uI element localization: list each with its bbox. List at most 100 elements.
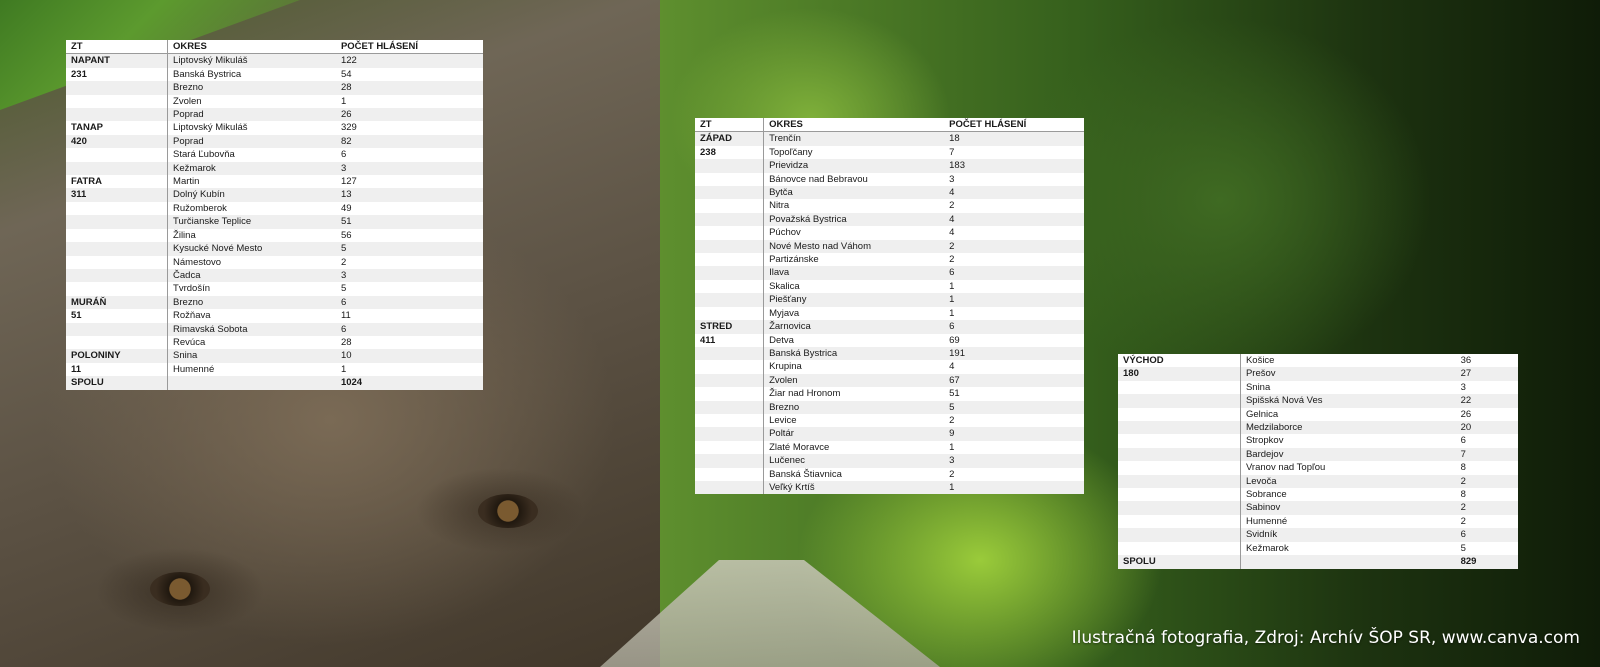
district-cell: Brezno [763, 400, 945, 414]
zone-cell [695, 467, 765, 481]
district-cell: Snina [1245, 381, 1271, 393]
district-cell: Bánovce nad Bebravou [769, 173, 868, 185]
district-cell: Gelnica [1245, 408, 1279, 420]
count-cell: 8 [1460, 489, 1466, 501]
district-cell: Dolný Kubín [167, 188, 336, 202]
district-cell: Žilina [173, 229, 196, 241]
table-row: Piešťany 1 [695, 293, 1084, 307]
zone-cell [1118, 541, 1241, 556]
zone-cell [695, 212, 765, 227]
count-cell: 28 [340, 336, 352, 348]
table-row: Vranov nad Topľou 8 [1118, 461, 1518, 475]
zone-cell [66, 201, 169, 216]
table-row: Humenné 2 [1118, 514, 1518, 529]
zone-cell [695, 226, 765, 240]
district-cell: Zvolen [173, 95, 202, 107]
zone-cell [66, 148, 169, 162]
district-cell: Rožňava [173, 310, 211, 322]
count-cell: 5 [1460, 542, 1466, 554]
count-cell: 6 [335, 322, 483, 336]
district-cell: Partizánske [769, 254, 819, 266]
table-row: Zvolen 1 [66, 94, 483, 109]
table-row: 420 Poprad 82 [66, 134, 483, 149]
table-row: Ilava 6 [695, 266, 1084, 280]
column-header: POČET HLÁSENÍ [335, 40, 483, 55]
zone-cell [695, 373, 765, 388]
district-cell: Krupina [769, 361, 802, 373]
table-row: Lučenec 3 [695, 454, 1084, 468]
table-row: Žilina 56 [66, 228, 483, 243]
zone-cell [66, 81, 169, 95]
district-cell: Turčianske Teplice [167, 215, 336, 229]
zone-cell: ZÁPAD [695, 131, 765, 146]
district-cell: Námestovo [173, 256, 222, 268]
table-row: 11 Humenné 1 [66, 362, 483, 377]
count-cell: 67 [944, 373, 1084, 388]
count-cell: 82 [335, 134, 483, 149]
count-cell: 10 [335, 349, 483, 363]
district-cell: Humenné [1245, 515, 1288, 527]
table-row: Ružomberok 49 [66, 201, 483, 216]
zone-cell [66, 335, 169, 350]
table-row: Myjava 1 [695, 306, 1084, 321]
district-cell: Poltár [763, 427, 945, 441]
district-cell: Brezno [167, 295, 336, 310]
count-cell: 7 [1455, 447, 1518, 462]
district-cell: Humenné [173, 363, 215, 375]
zone-cell [695, 387, 765, 401]
table-row: Skalica 1 [695, 279, 1084, 294]
district-cell: Banská Bystrica [763, 346, 945, 361]
count-cell: 56 [340, 229, 352, 241]
district-cell: Kysucké Nové Mesto [167, 242, 336, 256]
zone-cell [695, 413, 765, 428]
district-cell: Ilava [763, 266, 945, 280]
count-cell: 3 [335, 161, 483, 176]
district-cell: Stará Ľubovňa [173, 149, 235, 161]
count-cell: 28 [335, 81, 483, 95]
count-cell: 3 [1460, 381, 1466, 393]
table-row: Brezno 28 [66, 81, 483, 95]
count-cell: 5 [335, 242, 483, 256]
district-cell: Prievidza [763, 159, 945, 173]
table-row: Veľký Krtíš 1 [695, 480, 1084, 495]
district-cell: Detva [769, 334, 794, 346]
table-row: Revúca 28 [66, 335, 483, 350]
district-cell: Košice [1245, 355, 1275, 366]
table-row: Levoča 2 [1118, 474, 1518, 489]
count-cell: 1 [949, 280, 955, 292]
count-cell: 27 [1455, 367, 1518, 381]
count-cell: 3 [944, 454, 1084, 468]
zone-cell: FATRA [66, 175, 169, 189]
table-row: Brezno 5 [695, 400, 1084, 414]
column-header: OKRES [763, 118, 945, 133]
table-row: Kysucké Nové Mesto 5 [66, 242, 483, 256]
table-row: Zlaté Moravce 1 [695, 440, 1084, 455]
table-row: Púchov 4 [695, 226, 1084, 240]
count-cell: 1 [340, 95, 347, 107]
district-cell: Banská Bystrica [173, 68, 242, 80]
district-cell: Zvolen [763, 373, 945, 388]
count-cell: 329 [340, 122, 357, 134]
zone-cell [66, 94, 169, 109]
column-header: POČET HLÁSENÍ [944, 118, 1084, 133]
table-row: Nové Mesto nad Váhom 2 [695, 239, 1084, 254]
district-cell [1240, 555, 1456, 569]
zone-cell [695, 454, 765, 468]
count-cell: 2 [949, 468, 955, 480]
table-row: Kežmarok 5 [1118, 541, 1518, 556]
reports-table-3: VÝCHOD Košice 36 180 Prešov 27 Snina 3 Spišská N… [1118, 354, 1518, 569]
zone-cell [695, 172, 765, 187]
table-row: Námestovo 2 [66, 255, 483, 269]
table-row: Sobrance 8 [1118, 488, 1518, 502]
district-cell: Žiar nad Hronom [769, 388, 841, 400]
count-cell: 6 [1455, 528, 1518, 542]
table-row: Bánovce nad Bebravou 3 [695, 172, 1084, 187]
count-cell: 5 [944, 400, 1084, 414]
table-row: Levice 2 [695, 413, 1084, 428]
zone-cell: SPOLU [1118, 555, 1241, 569]
district-cell: Levice [769, 414, 797, 426]
zone-cell [66, 215, 169, 229]
column-header: ZT [695, 118, 765, 133]
table-row: Gelnica 26 [1118, 407, 1518, 422]
district-cell: Kežmarok [167, 161, 336, 176]
